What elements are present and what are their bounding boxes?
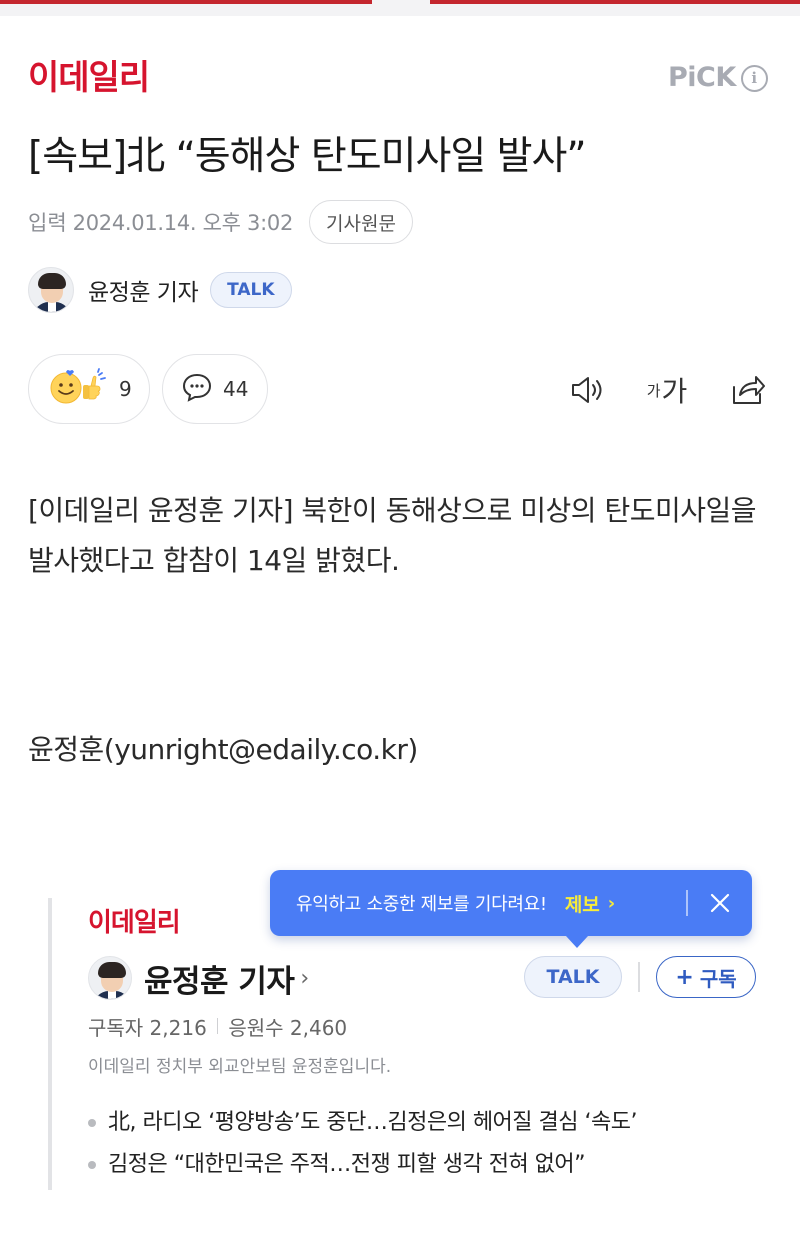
speech-bubble-icon	[181, 371, 213, 407]
close-icon[interactable]	[702, 885, 738, 921]
info-icon[interactable]: i	[740, 64, 768, 92]
author-row: 윤정훈 기자 TALK	[28, 266, 292, 314]
card-brand-logo[interactable]: 이데일리	[88, 906, 181, 940]
reaction-button[interactable]: 9	[28, 354, 150, 424]
article-byline: 윤정훈(yunright@edaily.co.kr)	[28, 733, 418, 766]
meta-label: 입력	[28, 211, 67, 235]
subscribe-label: 구독	[699, 966, 737, 991]
tooltip-message: 유익하고 소중한 제보를 기다려요!	[296, 894, 547, 915]
font-size-button[interactable]: 가 가	[642, 370, 692, 410]
reporter-card: 이데일리 윤정훈 기자 › TALK + 구독 구독자 2,216 응원수 2,…	[48, 898, 800, 1190]
comment-button[interactable]: 44	[162, 354, 268, 424]
bullet-icon	[88, 1119, 96, 1127]
top-progress-bar	[0, 0, 800, 16]
comment-count: 44	[223, 377, 249, 401]
original-article-button[interactable]: 기사원문	[309, 200, 413, 244]
article-meta: 입력 2024.01.14. 오후 3:02 기사원문	[28, 200, 413, 244]
font-small-label: 가	[646, 381, 661, 400]
reporter-stats: 구독자 2,216 응원수 2,460	[88, 1010, 347, 1042]
author-name[interactable]: 윤정훈 기자	[88, 273, 199, 307]
news-title[interactable]: 김정은 “대한민국은 주적…전쟁 피할 생각 전혀 없어”	[108, 1144, 586, 1186]
share-icon[interactable]	[728, 370, 768, 410]
pick-badge[interactable]: PiCK i	[668, 62, 768, 94]
bullet-icon	[88, 1161, 96, 1169]
subscriber-count: 구독자 2,216	[88, 1015, 207, 1040]
smile-thumbs-icon	[49, 367, 109, 411]
list-item[interactable]: 北, 라디오 ‘평양방송’도 중단…김정은의 헤어질 결심 ‘속도’	[88, 1102, 788, 1144]
avatar[interactable]	[88, 956, 132, 1000]
supporter-count: 응원수 2,460	[228, 1015, 348, 1040]
card-reporter-name[interactable]: 윤정훈 기자	[144, 956, 295, 1001]
pick-label: PiCK	[668, 62, 736, 93]
article-headline: [속보]北 “동해상 탄도미사일 발사”	[28, 134, 587, 179]
progress-segment-right	[430, 0, 800, 4]
news-title[interactable]: 北, 라디오 ‘평양방송’도 중단…김정은의 헤어질 결심 ‘속도’	[108, 1102, 637, 1144]
plus-icon: +	[675, 964, 694, 990]
reaction-toolbar: 9 44 가 가	[28, 354, 772, 426]
list-item[interactable]: 김정은 “대한민국은 주적…전쟁 피할 생각 전혀 없어”	[88, 1144, 788, 1186]
reporter-description: 이데일리 정치부 외교안보팀 윤정훈입니다.	[88, 1057, 392, 1077]
divider	[686, 890, 688, 916]
card-talk-button[interactable]: TALK	[524, 956, 622, 998]
speaker-icon[interactable]	[568, 370, 608, 410]
progress-segment-left	[0, 0, 372, 4]
publish-date: 2024.01.14. 오후 3:02	[72, 211, 294, 235]
font-big-label: 가	[661, 375, 688, 408]
avatar[interactable]	[28, 267, 74, 313]
card-author[interactable]: 윤정훈 기자 ›	[88, 954, 309, 1002]
tip-submit-link[interactable]: 제보 ›	[565, 890, 615, 917]
reaction-count: 9	[119, 377, 132, 401]
tip-tooltip: 유익하고 소중한 제보를 기다려요! 제보 ›	[270, 870, 752, 948]
chevron-right-icon: ›	[607, 892, 616, 914]
related-news-list: 北, 라디오 ‘평양방송’도 중단…김정은의 헤어질 결심 ‘속도’ 김정은 “…	[88, 1102, 788, 1186]
divider	[216, 1018, 219, 1034]
tip-action-label: 제보	[564, 893, 600, 916]
chevron-right-icon: ›	[300, 965, 310, 991]
talk-button[interactable]: TALK	[210, 272, 292, 308]
divider	[638, 962, 640, 992]
brand-logo[interactable]: 이데일리	[28, 58, 150, 98]
article-body: [이데일리 윤정훈 기자] 북한이 동해상으로 미상의 탄도미사일을 발사했다고…	[28, 494, 757, 577]
subscribe-button[interactable]: + 구독	[656, 956, 756, 998]
